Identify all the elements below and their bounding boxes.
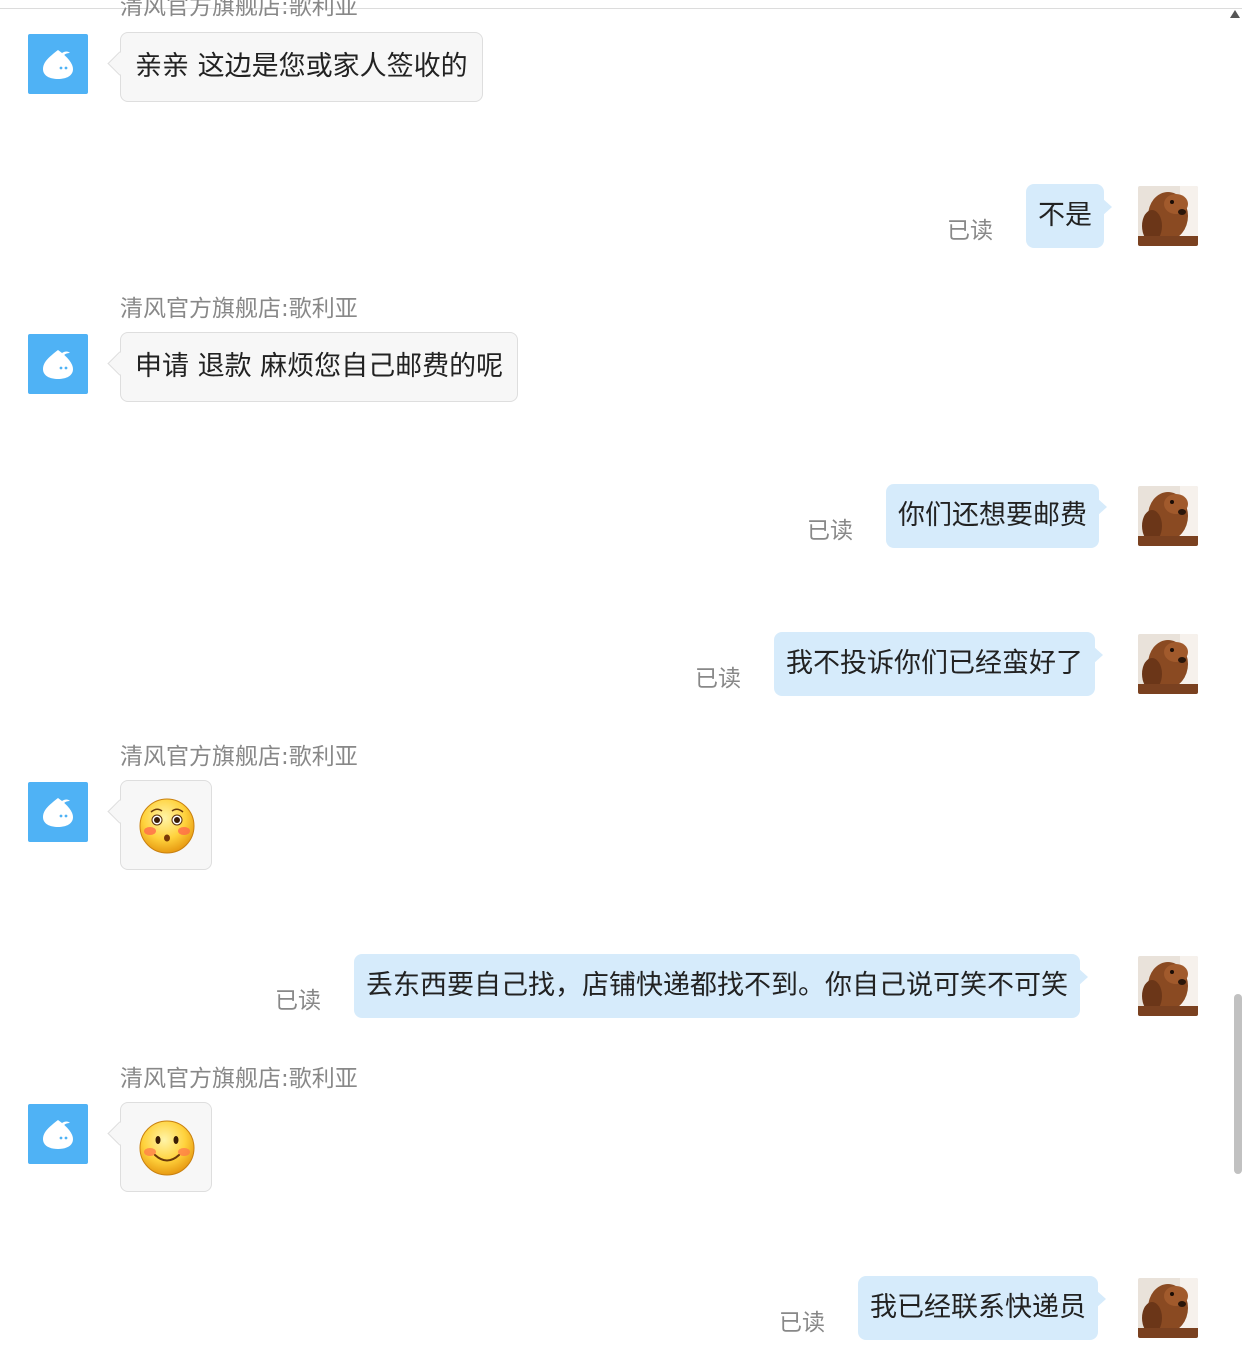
sender-name: 清风官方旗舰店:歌利亚 xyxy=(120,1066,358,1092)
read-receipt: 已读 xyxy=(947,218,993,244)
dog-photo-avatar xyxy=(1138,634,1198,694)
read-receipt: 已读 xyxy=(275,988,321,1014)
shop-avatar[interactable] xyxy=(28,334,88,394)
scrollbar-thumb[interactable] xyxy=(1234,994,1242,1174)
shop-avatar[interactable] xyxy=(28,1104,88,1164)
user-avatar[interactable] xyxy=(1138,486,1198,546)
water-drop-mascot-icon xyxy=(43,350,73,379)
sender-name: 清风官方旗舰店:歌利亚 xyxy=(120,0,358,20)
sender-name: 清风官方旗舰店:歌利亚 xyxy=(120,744,358,770)
read-receipt: 已读 xyxy=(695,666,741,692)
dog-photo-avatar xyxy=(1138,186,1198,246)
shop-avatar[interactable] xyxy=(28,782,88,842)
read-receipt: 已读 xyxy=(779,1310,825,1336)
scroll-up-arrow-icon[interactable] xyxy=(1230,10,1240,18)
shy-face-emoji-icon xyxy=(139,798,195,854)
message-bubble-outgoing[interactable]: 你们还想要邮费 xyxy=(886,484,1107,548)
smile-face-emoji-icon xyxy=(139,1120,195,1176)
user-avatar[interactable] xyxy=(1138,634,1198,694)
message-bubble-outgoing[interactable]: 不是 xyxy=(1026,184,1112,248)
message-bubble-outgoing[interactable]: 我已经联系快递员 xyxy=(858,1276,1106,1340)
read-receipt: 已读 xyxy=(807,518,853,544)
shop-avatar[interactable] xyxy=(28,34,88,94)
sender-name: 清风官方旗舰店:歌利亚 xyxy=(120,296,358,322)
message-bubble-incoming-emoji[interactable] xyxy=(120,780,212,870)
dog-photo-avatar xyxy=(1138,1278,1198,1338)
message-bubble-incoming[interactable]: 申请 退款 麻烦您自己邮费的呢 xyxy=(120,332,519,402)
message-bubble-outgoing[interactable]: 我不投诉你们已经蛮好了 xyxy=(774,632,1103,696)
water-drop-mascot-icon xyxy=(43,50,73,79)
water-drop-mascot-icon xyxy=(43,1120,73,1149)
user-avatar[interactable] xyxy=(1138,1278,1198,1338)
dog-photo-avatar xyxy=(1138,956,1198,1016)
water-drop-mascot-icon xyxy=(43,798,73,827)
user-avatar[interactable] xyxy=(1138,186,1198,246)
message-bubble-incoming-emoji[interactable] xyxy=(120,1102,212,1192)
message-bubble-outgoing[interactable]: 丢东西要自己找，店铺快递都找不到。你自己说可笑不可笑 xyxy=(354,954,1088,1018)
dog-photo-avatar xyxy=(1138,486,1198,546)
message-bubble-incoming[interactable]: 亲亲 这边是您或家人签收的 xyxy=(120,32,483,102)
user-avatar[interactable] xyxy=(1138,956,1198,1016)
